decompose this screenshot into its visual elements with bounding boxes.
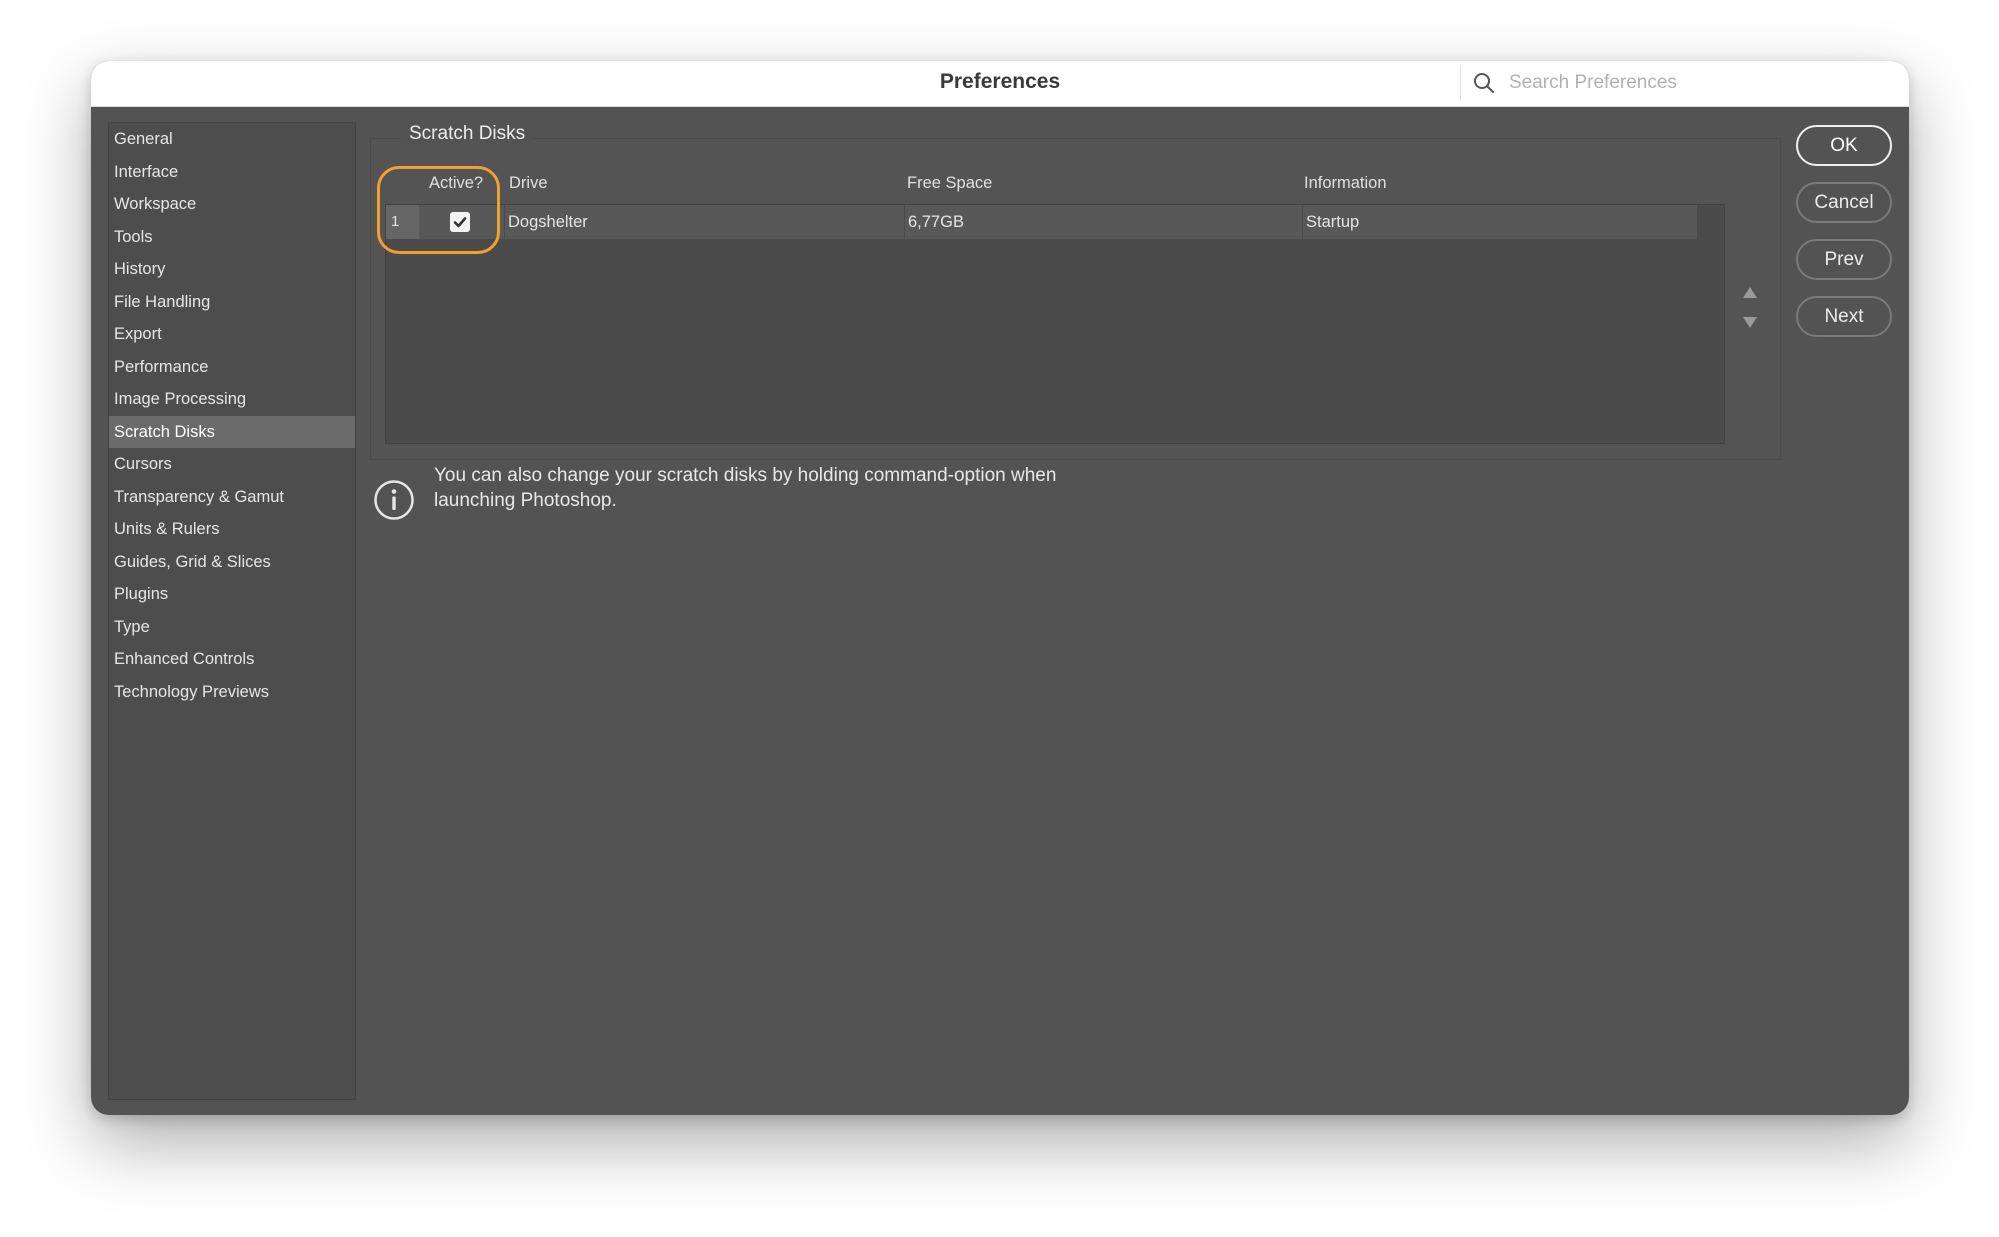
sidebar-item-transparency-gamut[interactable]: Transparency & Gamut xyxy=(109,481,355,514)
sidebar-item-history[interactable]: History xyxy=(109,253,355,286)
sidebar-item-general[interactable]: General xyxy=(109,123,355,156)
sidebar-item-export[interactable]: Export xyxy=(109,318,355,351)
panel-title: Scratch Disks xyxy=(400,123,535,145)
checkmark-icon xyxy=(453,217,467,228)
information-cell: Startup xyxy=(1306,213,1360,231)
sidebar-item-image-processing[interactable]: Image Processing xyxy=(109,383,355,416)
table-row[interactable]: 1 Dogshelter 6,77GB Startup xyxy=(386,205,1697,239)
column-divider xyxy=(904,205,905,239)
sidebar-item-cursors[interactable]: Cursors xyxy=(109,448,355,481)
info-icon xyxy=(374,480,414,520)
free-space-cell: 6,77GB xyxy=(908,213,964,231)
sidebar-item-units-rulers[interactable]: Units & Rulers xyxy=(109,513,355,546)
sidebar-item-type[interactable]: Type xyxy=(109,611,355,644)
search-input[interactable] xyxy=(1507,71,1881,95)
sidebar-item-file-handling[interactable]: File Handling xyxy=(109,286,355,319)
row-index: 1 xyxy=(386,205,419,239)
next-button[interactable]: Next xyxy=(1796,296,1892,337)
column-header-information: Information xyxy=(1304,174,1387,192)
sidebar-item-enhanced-controls[interactable]: Enhanced Controls xyxy=(109,643,355,676)
column-divider xyxy=(504,205,505,239)
ok-button[interactable]: OK xyxy=(1796,125,1892,166)
move-up-icon[interactable] xyxy=(1741,285,1759,301)
preferences-window: Preferences General Interface Workspace … xyxy=(91,61,1909,1115)
info-message-line-2: launching Photoshop. xyxy=(434,490,617,511)
column-header-drive: Drive xyxy=(509,174,548,192)
scratch-disks-table: 1 Dogshelter 6,77GB Startup xyxy=(385,204,1725,444)
search-box[interactable] xyxy=(1460,65,1901,101)
cancel-button[interactable]: Cancel xyxy=(1796,182,1892,223)
sidebar-item-tools[interactable]: Tools xyxy=(109,221,355,254)
info-message-line-1: You can also change your scratch disks b… xyxy=(434,465,1057,486)
sidebar-item-technology-previews[interactable]: Technology Previews xyxy=(109,676,355,709)
column-divider xyxy=(1302,205,1303,239)
sidebar-item-plugins[interactable]: Plugins xyxy=(109,578,355,611)
sidebar-item-workspace[interactable]: Workspace xyxy=(109,188,355,221)
info-message: You can also change your scratch disks b… xyxy=(434,463,1194,513)
drive-cell: Dogshelter xyxy=(508,213,588,231)
column-header-active: Active? xyxy=(429,174,484,192)
sidebar-item-scratch-disks[interactable]: Scratch Disks xyxy=(109,415,355,448)
move-down-icon[interactable] xyxy=(1741,314,1759,330)
prev-button[interactable]: Prev xyxy=(1796,239,1892,280)
sidebar-item-performance[interactable]: Performance xyxy=(109,351,355,384)
title-bar: Preferences xyxy=(91,61,1909,107)
active-checkbox[interactable] xyxy=(450,212,470,232)
sidebar-item-interface[interactable]: Interface xyxy=(109,156,355,189)
column-header-free-space: Free Space xyxy=(907,174,993,192)
preferences-sidebar: General Interface Workspace Tools Histor… xyxy=(108,122,356,1100)
sidebar-item-guides-grid-slices[interactable]: Guides, Grid & Slices xyxy=(109,546,355,579)
search-icon xyxy=(1474,73,1494,93)
